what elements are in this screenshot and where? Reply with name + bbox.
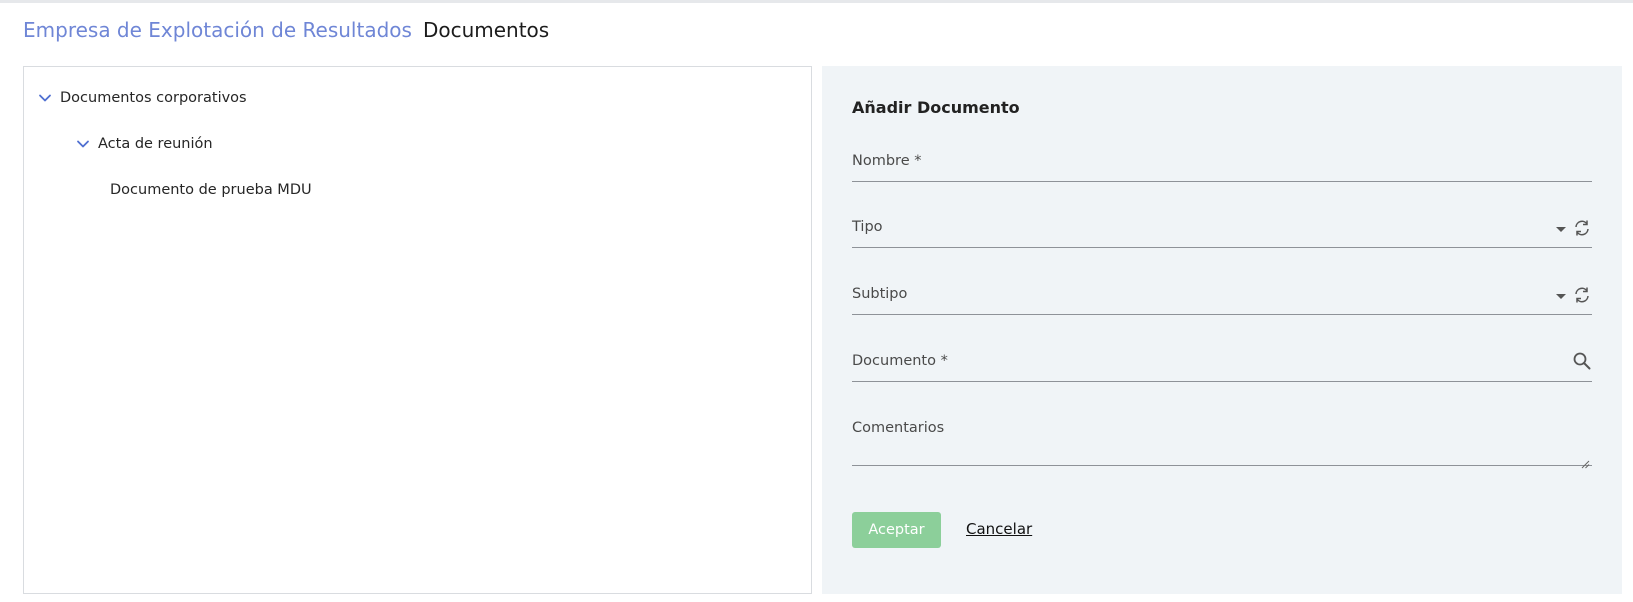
accept-button[interactable]: Aceptar <box>852 512 941 548</box>
subtipo-select[interactable]: Subtipo <box>852 274 1592 315</box>
tree-item-documentos-corporativos[interactable]: Documentos corporativos <box>37 87 247 109</box>
page-title: Documentos <box>422 18 550 42</box>
documento-input[interactable] <box>852 341 1592 381</box>
tipo-label: Tipo <box>852 219 883 235</box>
tree-item-label[interactable]: Documento de prueba MDU <box>110 182 312 198</box>
tipo-select[interactable]: Tipo <box>852 208 1592 248</box>
documento-field[interactable]: Documento * <box>852 341 1592 382</box>
add-document-form: Añadir Documento Nombre * Tipo Subtipo D… <box>822 66 1622 594</box>
search-icon[interactable] <box>1572 351 1592 371</box>
refresh-icon[interactable] <box>1572 218 1592 238</box>
nombre-input[interactable] <box>852 142 1592 181</box>
tree-item-label[interactable]: Acta de reunión <box>98 136 213 152</box>
comentarios-field[interactable]: Comentarios <box>852 408 1592 469</box>
cancel-link[interactable]: Cancelar <box>966 520 1032 538</box>
resize-handle-icon[interactable] <box>1581 454 1590 469</box>
form-title: Añadir Documento <box>852 98 1020 117</box>
tree-item-documento-de-prueba[interactable]: Documento de prueba MDU <box>110 179 312 201</box>
caret-down-icon[interactable] <box>1554 221 1568 235</box>
document-tree-panel: Documentos corporativos Acta de reunión … <box>23 66 812 594</box>
caret-down-icon[interactable] <box>1554 288 1568 302</box>
tipo-icons <box>1554 218 1592 238</box>
nombre-field[interactable]: Nombre * <box>852 142 1592 182</box>
breadcrumb: Empresa de Explotación de Resultados Doc… <box>23 18 549 48</box>
tree-item-acta-de-reunion[interactable]: Acta de reunión <box>75 133 213 155</box>
subtipo-icons <box>1554 285 1592 305</box>
chevron-down-icon[interactable] <box>37 90 53 106</box>
documento-icons <box>1572 351 1592 371</box>
refresh-icon[interactable] <box>1572 285 1592 305</box>
breadcrumb-link-company[interactable]: Empresa de Explotación de Resultados <box>23 18 412 42</box>
top-divider <box>0 0 1633 3</box>
comentarios-label: Comentarios <box>852 420 945 436</box>
tree-item-label[interactable]: Documentos corporativos <box>60 90 247 106</box>
subtipo-label: Subtipo <box>852 286 908 302</box>
chevron-down-icon[interactable] <box>75 136 91 152</box>
